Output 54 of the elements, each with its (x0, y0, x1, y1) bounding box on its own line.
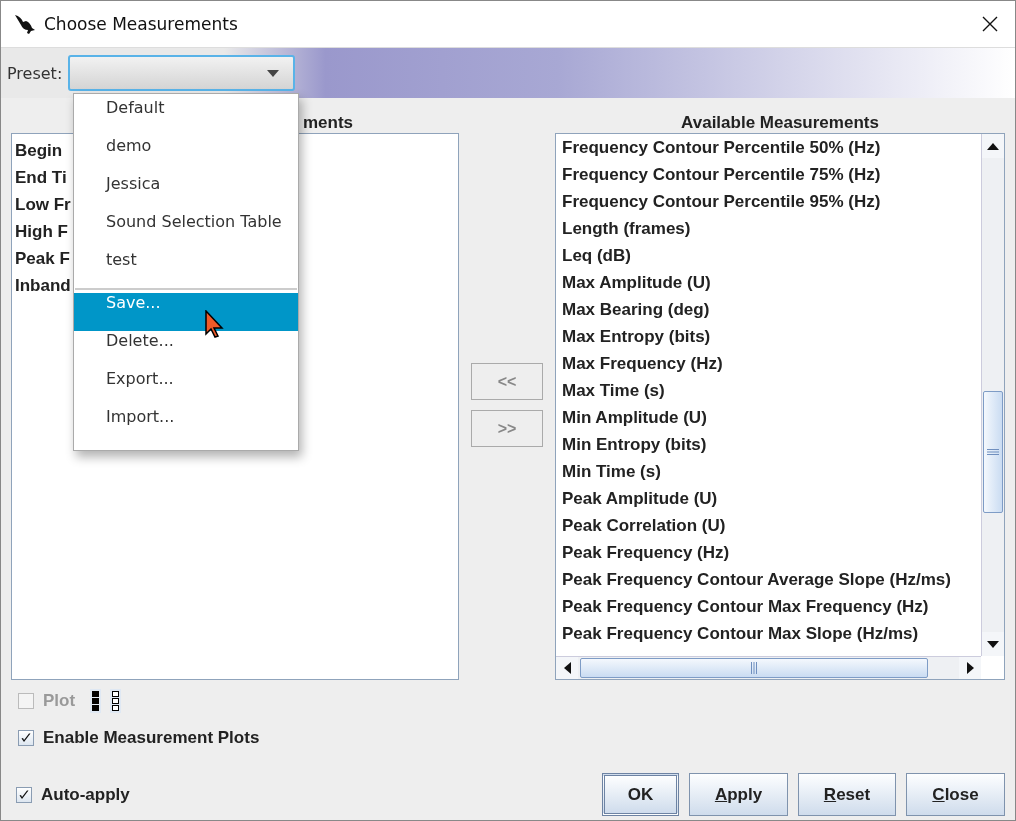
checkbox[interactable] (18, 730, 34, 746)
list-item[interactable]: Max Frequency (Hz) (559, 350, 981, 377)
list-item[interactable]: Min Entropy (bits) (559, 431, 981, 458)
dialog-button[interactable]: Apply (689, 773, 788, 816)
list-item[interactable]: Peak Frequency Contour Max Frequency (Hz) (559, 593, 981, 620)
panel-heading: ments (302, 113, 353, 132)
list-item[interactable]: Leq (dB) (559, 242, 981, 269)
menu-item[interactable]: Default (74, 98, 298, 136)
list-item[interactable]: Frequency Contour Percentile 95% (Hz) (559, 188, 981, 215)
list-item[interactable]: Peak Correlation (U) (559, 512, 981, 539)
menu-item[interactable]: Export... (74, 369, 298, 407)
menu-item[interactable]: Sound Selection Table (74, 212, 298, 250)
close-icon[interactable] (982, 16, 998, 32)
horizontal-scrollbar[interactable] (556, 656, 981, 679)
list-item[interactable]: Peak Amplitude (U) (559, 485, 981, 512)
preset-label: Preset: (7, 63, 63, 83)
list-item[interactable]: Min Time (s) (559, 458, 981, 485)
cursor-icon (205, 310, 225, 338)
list-item[interactable]: Max Entropy (bits) (559, 323, 981, 350)
list-item[interactable]: Frequency Contour Percentile 50% (Hz) (559, 134, 981, 161)
scroll-up-icon[interactable] (982, 134, 1004, 158)
menu-item[interactable]: Delete... (74, 331, 298, 369)
list-item[interactable]: Max Amplitude (U) (559, 269, 981, 296)
scroll-left-icon[interactable] (556, 657, 578, 679)
list-item[interactable]: Max Time (s) (559, 377, 981, 404)
menu-item[interactable]: Import... (74, 407, 298, 445)
dropdown-arrow-icon (267, 69, 280, 77)
menu-item[interactable]: demo (74, 136, 298, 174)
scroll-down-icon[interactable] (982, 632, 1004, 656)
list-item[interactable]: Peak Frequency (Hz) (559, 539, 981, 566)
window-title: Choose Measurements (44, 14, 238, 34)
dialog-button[interactable]: OK (602, 773, 679, 816)
list-item[interactable]: Frequency Contour Percentile 75% (Hz) (559, 161, 981, 188)
checkbox-label: Auto-apply (41, 785, 130, 805)
checkbox[interactable] (16, 787, 32, 803)
hollow-squares-icon[interactable] (110, 689, 122, 713)
filled-squares-icon[interactable] (90, 689, 102, 713)
list-item[interactable]: Max Bearing (deg) (559, 296, 981, 323)
vertical-scrollbar[interactable] (981, 134, 1004, 656)
bird-icon (14, 13, 36, 35)
scroll-thumb[interactable] (580, 658, 928, 678)
dialog-button[interactable]: Close (906, 773, 1005, 816)
list-item[interactable]: Peak Frequency Contour Max Slope (Hz/ms) (559, 620, 981, 647)
checkbox-label: Enable Measurement Plots (43, 728, 260, 748)
list-item[interactable]: Min Amplitude (U) (559, 404, 981, 431)
menu-item[interactable]: Jessica (74, 174, 298, 212)
menu-item[interactable]: test (74, 250, 298, 288)
list-item[interactable]: Peak Frequency Contour Average Slope (Hz/ms) (559, 566, 981, 593)
dialog-button[interactable]: Reset (798, 773, 896, 816)
scroll-thumb[interactable] (983, 391, 1003, 513)
checkbox-label: Plot (43, 691, 76, 711)
list-item[interactable]: Length (frames) (559, 215, 981, 242)
scroll-right-icon[interactable] (959, 657, 981, 679)
panel-heading: Available Measurements (680, 112, 880, 133)
